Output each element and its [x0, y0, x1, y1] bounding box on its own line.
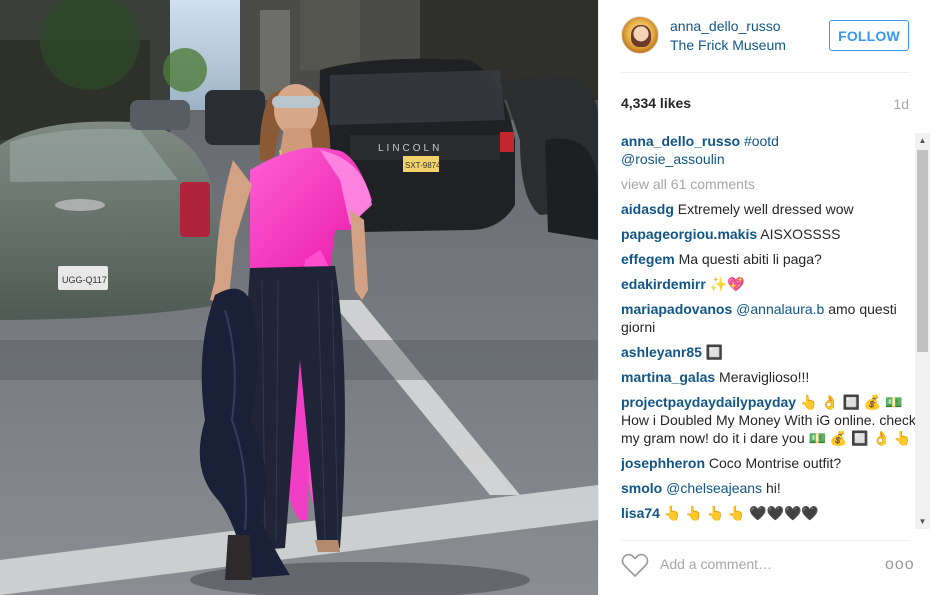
comment-item: mariapadovanos @annalaura.b amo questi g… — [621, 300, 916, 336]
comment-text: 🔲 — [701, 344, 724, 360]
comment-text: 👆 👆 👆 👆 🖤🖤🖤🖤 — [659, 505, 819, 521]
comment-form: Add a comment… ooo — [599, 540, 931, 595]
comment-user[interactable]: mariapadovanos — [621, 301, 732, 317]
add-comment-input[interactable]: Add a comment… — [660, 556, 772, 572]
comment-text: Ma questi abiti li paga? — [674, 251, 822, 267]
comment-item: martina_galas Meraviglioso!!! — [621, 368, 916, 386]
heart-icon[interactable] — [621, 552, 649, 578]
comment-user[interactable]: ashleyanr85 — [621, 344, 702, 360]
comment-item: projectpaydaydailypayday 👆 👌 🔲 💰 💵 How i… — [621, 393, 916, 447]
license-plate-left: UGG-Q117 — [62, 275, 107, 285]
divider — [621, 72, 910, 73]
comments-list: anna_dello_russo #ootd @rosie_assoulin v… — [621, 132, 916, 528]
comment-text: ✨💖 — [705, 276, 745, 292]
comment-text: hi! — [762, 480, 781, 496]
comment-user[interactable]: effegem — [621, 251, 675, 267]
follow-button[interactable]: FOLLOW — [829, 20, 909, 51]
comment-text: AISXOSSSS — [757, 226, 841, 242]
comment-text: Meraviglioso!!! — [715, 369, 810, 385]
more-options-icon[interactable]: ooo — [885, 556, 915, 574]
caption-mention[interactable]: @rosie_assoulin — [621, 151, 725, 167]
caption: anna_dello_russo #ootd @rosie_assoulin — [621, 132, 916, 168]
comment-text: Coco Montrise outfit? — [705, 455, 842, 471]
comment-item: edakirdemirr ✨💖 — [621, 275, 916, 293]
comment-mention[interactable]: @annalaura.b — [732, 301, 824, 317]
car-brand-text: LINCOLN — [378, 143, 442, 154]
post-age[interactable]: 1d — [893, 96, 909, 112]
post-sidebar: anna_dello_russo The Frick Museum FOLLOW… — [598, 0, 931, 595]
caption-user[interactable]: anna_dello_russo — [621, 133, 740, 149]
comment-user[interactable]: aidasdg — [621, 201, 674, 217]
comment-text: Extremely well dressed wow — [673, 201, 854, 217]
comment-user[interactable]: projectpaydaydailypayday — [621, 394, 796, 410]
comment-user[interactable]: martina_galas — [621, 369, 715, 385]
scroll-down-icon[interactable]: ▼ — [915, 514, 930, 529]
comment-item: papageorgiou.makis AISXOSSSS — [621, 225, 916, 243]
comment-item: aidasdg Extremely well dressed wow — [621, 200, 916, 218]
view-all-comments-link[interactable]: view all 61 comments — [621, 175, 916, 193]
comment-user[interactable]: josephheron — [621, 455, 705, 471]
avatar[interactable] — [621, 16, 659, 54]
caption-hashtag[interactable]: #ootd — [744, 133, 779, 149]
comment-user[interactable]: papageorgiou.makis — [621, 226, 757, 242]
comments-scrollbar[interactable]: ▲ ▼ — [915, 133, 930, 529]
comment-item: effegem Ma questi abiti li paga? — [621, 250, 916, 268]
street-photo-illustration: UGG-Q117 LINCOLN SXT-9874 — [0, 0, 598, 595]
post-modal: UGG-Q117 LINCOLN SXT-9874 anna_dello_rus… — [0, 0, 931, 595]
license-plate-right: SXT-9874 — [405, 161, 441, 170]
scrollbar-thumb[interactable] — [917, 150, 928, 352]
comment-mention[interactable]: @chelseajeans — [662, 480, 762, 496]
comment-items: aidasdg Extremely well dressed wow papage… — [621, 200, 916, 522]
username-link[interactable]: anna_dello_russo — [670, 18, 781, 34]
comment-item: smolo @chelseajeans hi! — [621, 479, 916, 497]
comment-user[interactable]: lisa74 — [621, 505, 660, 521]
location-link[interactable]: The Frick Museum — [670, 37, 786, 53]
comment-item: lisa74 👆 👆 👆 👆 🖤🖤🖤🖤 — [621, 504, 916, 522]
post-photo[interactable]: UGG-Q117 LINCOLN SXT-9874 — [0, 0, 598, 595]
likes-count[interactable]: 4,334 likes — [621, 95, 691, 111]
scroll-up-icon[interactable]: ▲ — [915, 133, 930, 148]
comment-item: ashleyanr85 🔲 — [621, 343, 916, 361]
comment-user[interactable]: edakirdemirr — [621, 276, 706, 292]
comment-item: josephheron Coco Montrise outfit? — [621, 454, 916, 472]
post-header: anna_dello_russo The Frick Museum FOLLOW — [599, 0, 931, 72]
comment-user[interactable]: smolo — [621, 480, 662, 496]
avatar-image — [631, 25, 651, 47]
